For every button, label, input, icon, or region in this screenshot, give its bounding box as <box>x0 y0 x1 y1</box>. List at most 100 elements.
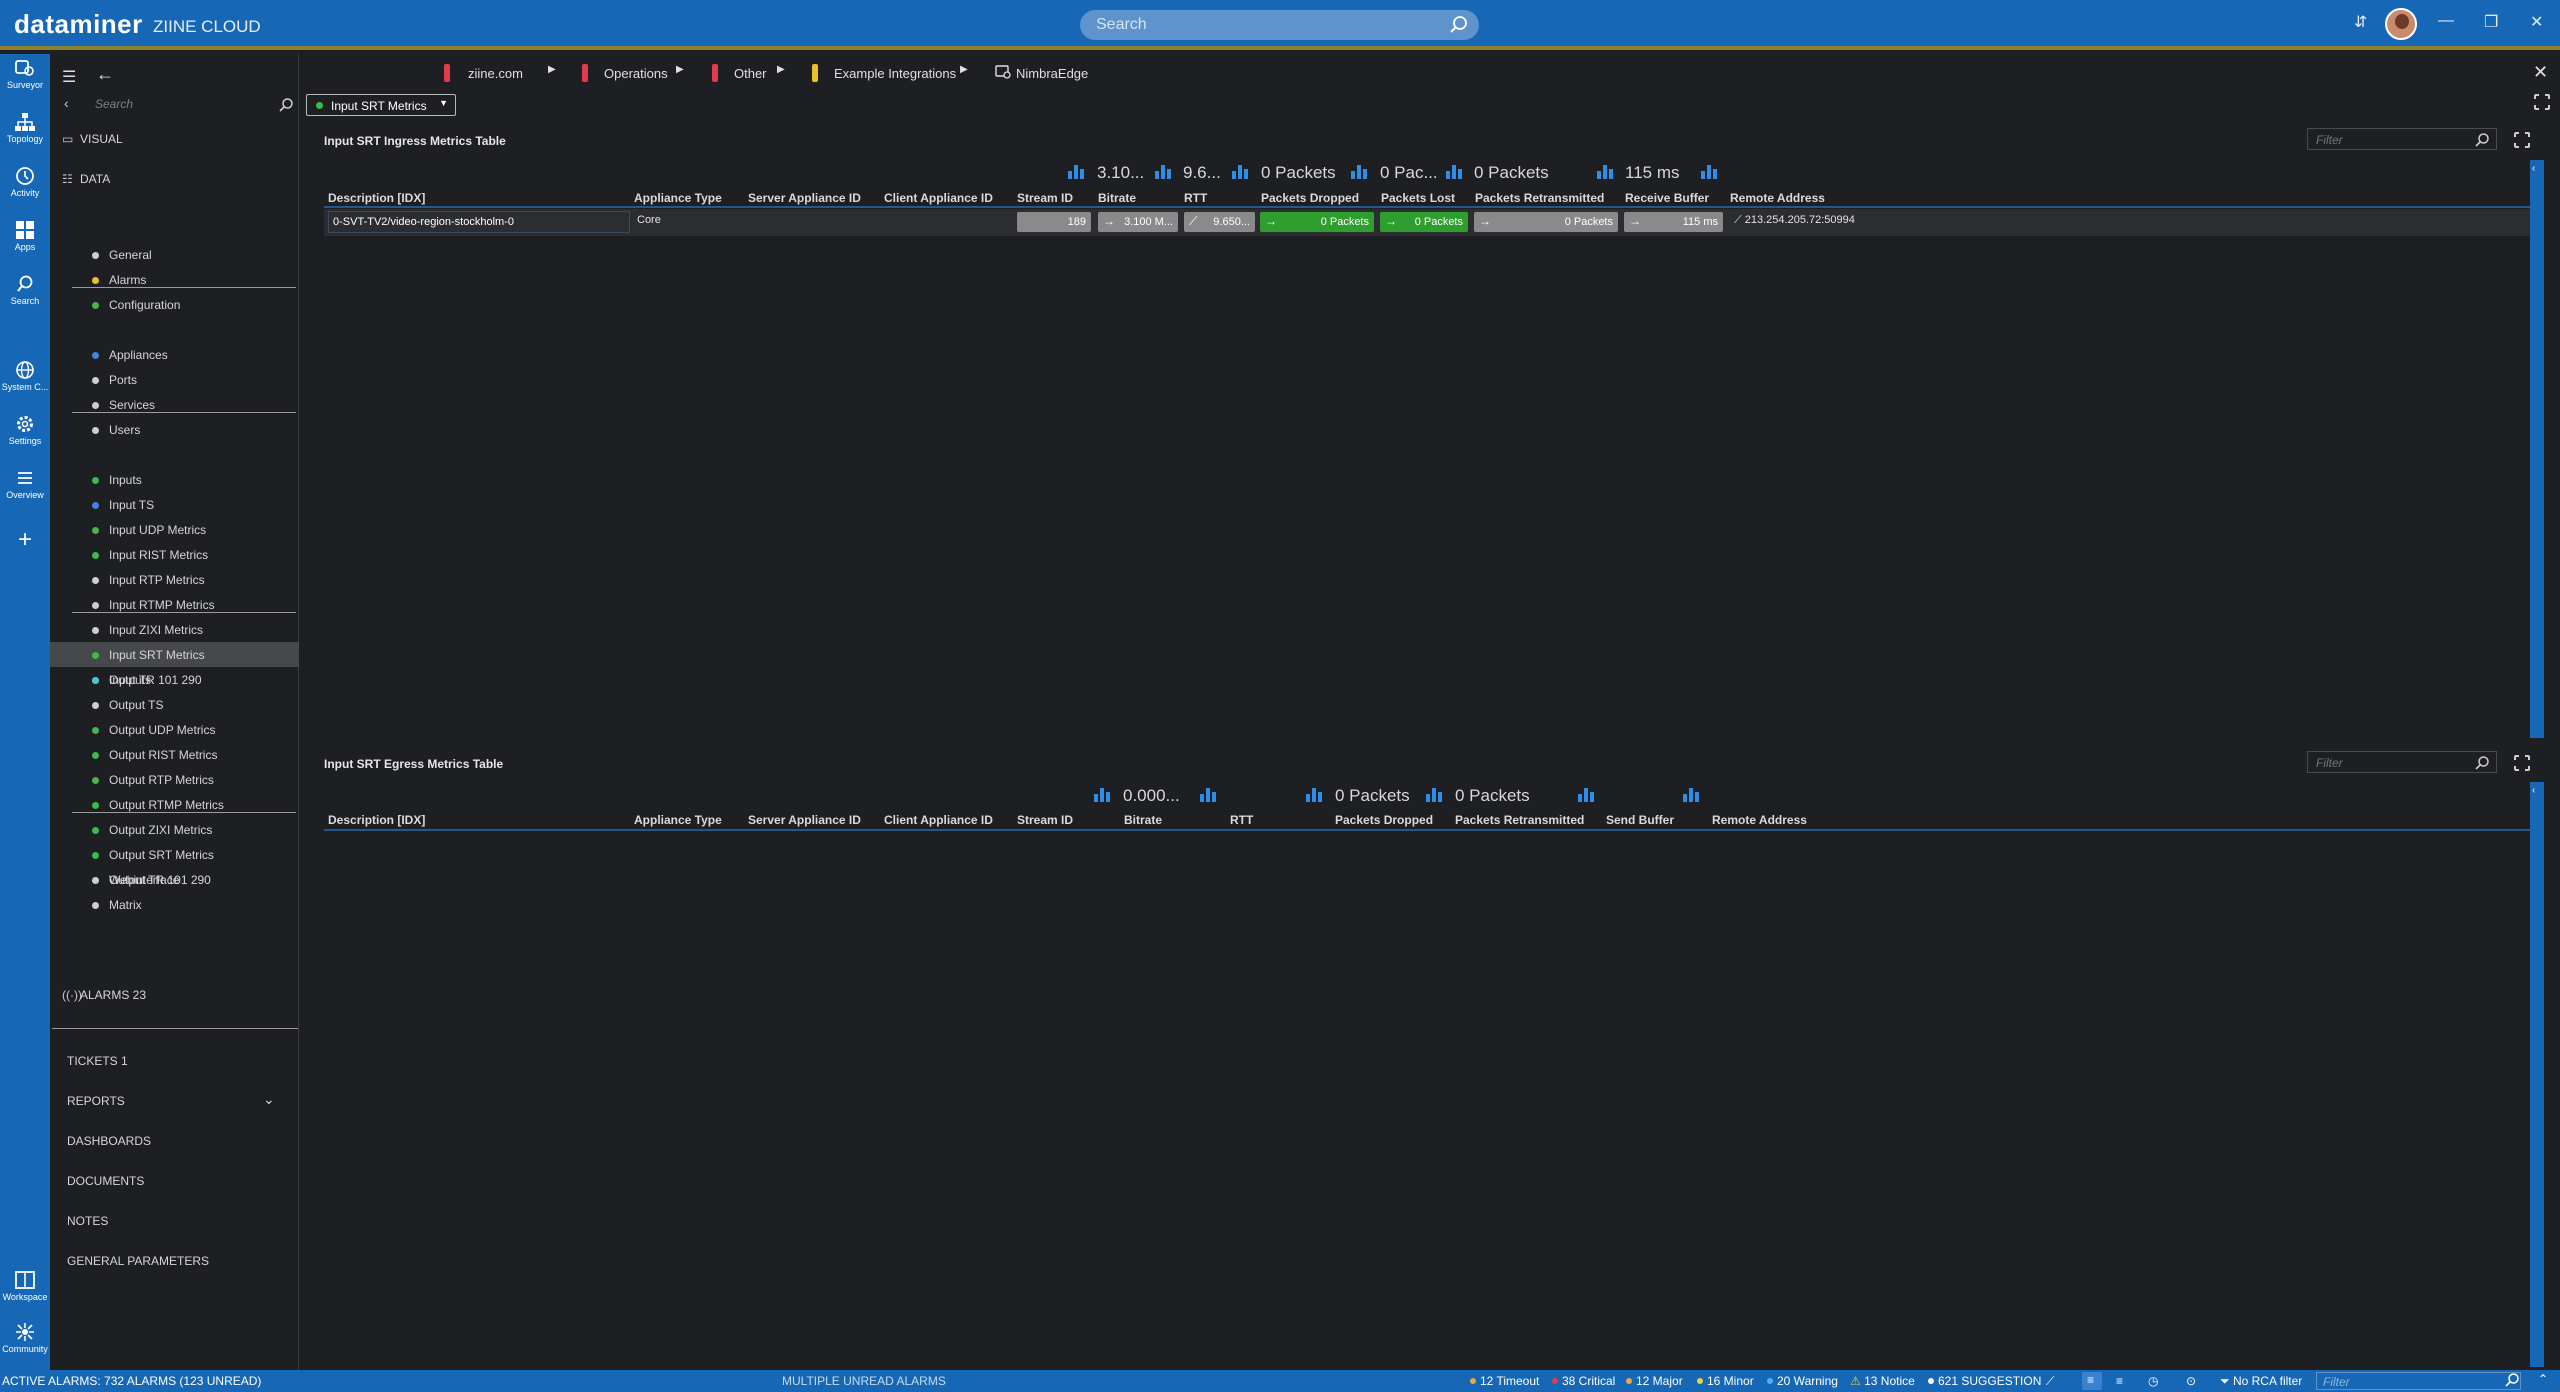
nav-item[interactable]: Outputs <box>50 667 299 692</box>
nav-item[interactable]: Input RIST Metrics <box>50 542 299 567</box>
rail-search[interactable]: Search <box>0 274 50 306</box>
nav-data[interactable]: ☷ DATA <box>62 172 110 186</box>
column-header[interactable]: Remote Address <box>1712 813 1807 827</box>
nav-alarms[interactable]: ((·))ALARMS 23 <box>62 988 146 1002</box>
search-icon[interactable] <box>2504 1372 2520 1391</box>
alarm-count-timeout[interactable]: 12 Timeout <box>1470 1374 1539 1388</box>
nav-item[interactable]: Webinterface <box>50 867 299 892</box>
expand-table-icon[interactable] <box>2513 754 2531 772</box>
nav-item[interactable]: Input RTP Metrics <box>50 567 299 592</box>
column-header[interactable]: Bitrate <box>1098 191 1136 205</box>
search-icon[interactable] <box>2474 755 2490 771</box>
nav-notes[interactable]: NOTES <box>67 1214 108 1228</box>
expand-table-icon[interactable] <box>2513 131 2531 149</box>
bar-chart-icon[interactable] <box>1200 788 1216 802</box>
nav-item[interactable]: Output ZIXI Metrics <box>50 817 299 842</box>
bar-chart-icon[interactable] <box>1597 165 1613 179</box>
nav-item[interactable]: Configuration <box>50 292 299 317</box>
breadcrumb-item[interactable]: Example Integrations <box>834 66 956 81</box>
alarm-count-suggestion[interactable]: 621 SUGGESTION <box>1928 1374 2041 1388</box>
nav-item[interactable]: Input TS <box>50 492 299 517</box>
chevron-right-icon[interactable]: ▶ <box>777 64 785 75</box>
page-selector-dropdown[interactable]: Input SRT Metrics ▼ <box>306 94 456 116</box>
nav-item[interactable]: Inputs <box>50 467 299 492</box>
minimize-icon[interactable]: — <box>2438 12 2454 30</box>
list-view-icon[interactable]: ≡ <box>2082 1372 2102 1390</box>
column-header[interactable]: Client Appliance ID <box>884 191 993 205</box>
search-icon[interactable] <box>2474 132 2490 148</box>
nav-dashboards[interactable]: DASHBOARDS <box>67 1134 151 1148</box>
packets-lost-cell[interactable]: → 0 Packets <box>1380 212 1468 232</box>
column-header[interactable]: Bitrate <box>1124 813 1162 827</box>
active-alarms-summary[interactable]: ACTIVE ALARMS: 732 ALARMS (123 UNREAD) <box>2 1374 261 1388</box>
restore-icon[interactable]: ❐ <box>2484 12 2498 32</box>
avatar[interactable] <box>2385 8 2417 40</box>
bar-chart-icon[interactable] <box>1426 788 1442 802</box>
hamburger-icon[interactable]: ☰ <box>62 67 76 87</box>
column-scroll-toggle[interactable]: ‹ <box>2530 160 2544 738</box>
column-header[interactable]: Stream ID <box>1017 813 1073 827</box>
nav-documents[interactable]: DOCUMENTS <box>67 1174 144 1188</box>
column-header[interactable]: Server Appliance ID <box>748 813 861 827</box>
nav-item[interactable]: Output TS <box>50 692 299 717</box>
chevron-right-icon[interactable]: ▶ <box>960 64 968 75</box>
alarm-count-minor[interactable]: 16 Minor <box>1697 1374 1754 1388</box>
add-card-button[interactable]: + <box>0 528 50 552</box>
bar-chart-icon[interactable] <box>1155 165 1171 179</box>
sort-icon[interactable]: ≡ <box>2116 1374 2123 1388</box>
alarm-count-notice[interactable]: ⚠ 13 Notice <box>1850 1374 1915 1388</box>
column-header[interactable]: Send Buffer <box>1606 813 1674 827</box>
column-header[interactable]: Packets Dropped <box>1335 813 1433 827</box>
bar-chart-icon[interactable] <box>1232 165 1248 179</box>
search-icon[interactable] <box>1449 15 1469 35</box>
nav-item[interactable]: Output RIST Metrics <box>50 742 299 767</box>
nav-item[interactable]: Input UDP Metrics <box>50 517 299 542</box>
column-header[interactable]: Packets Retransmitted <box>1455 813 1584 827</box>
column-scroll-toggle[interactable]: ‹ <box>2530 782 2544 1367</box>
alarm-count-critical[interactable]: 38 Critical <box>1552 1374 1615 1388</box>
nav-item[interactable]: Users <box>50 417 299 442</box>
maximize-card-icon[interactable] <box>2533 93 2551 111</box>
remote-address-cell[interactable]: ⟋ 213.254.205.72:50994 <box>1734 214 1855 227</box>
receive-buffer-cell[interactable]: → 115 ms <box>1624 212 1723 232</box>
chevron-right-icon[interactable]: ▶ <box>548 64 556 75</box>
egress-filter-input[interactable]: Filter <box>2307 751 2497 773</box>
table-row[interactable]: 0-SVT-TV2/video-region-stockholm-0 Core … <box>324 209 2530 236</box>
column-header[interactable]: Remote Address <box>1730 191 1825 205</box>
bar-chart-icon[interactable] <box>1446 165 1462 179</box>
rail-activity[interactable]: Activity <box>0 166 50 198</box>
breadcrumb-item[interactable]: NimbraEdge <box>1016 66 1088 81</box>
column-header[interactable]: Appliance Type <box>634 813 722 827</box>
rtt-cell[interactable]: ⟋ 9.650... <box>1184 212 1255 232</box>
global-search-input[interactable]: Search <box>1080 10 1479 40</box>
nav-item[interactable]: Services <box>50 392 299 417</box>
back-arrow-icon[interactable]: ← <box>96 64 114 85</box>
notification-toggle-icon[interactable]: ⇵ <box>2354 12 2367 32</box>
nav-item[interactable]: Alarms <box>50 267 299 292</box>
nav-item[interactable]: Input SRT Metrics <box>50 642 299 667</box>
nav-item[interactable]: Output UDP Metrics <box>50 717 299 742</box>
nav-item[interactable]: General <box>50 242 299 267</box>
nav-search-input[interactable]: ‹ Search <box>60 94 300 116</box>
rail-settings[interactable]: Settings <box>0 414 50 446</box>
rail-topology[interactable]: Topology <box>0 112 50 144</box>
rail-system-center[interactable]: System C... <box>0 360 50 392</box>
chevron-up-icon[interactable]: ⌃ <box>2538 1372 2548 1386</box>
nav-item[interactable]: Input ZIXI Metrics <box>50 617 299 642</box>
column-header[interactable]: Server Appliance ID <box>748 191 861 205</box>
bar-chart-icon[interactable] <box>1351 165 1367 179</box>
nav-item[interactable]: Output SRT Metrics <box>50 842 299 867</box>
rail-apps[interactable]: Apps <box>0 220 50 252</box>
alarm-count-major[interactable]: 12 Major <box>1626 1374 1683 1388</box>
rca-filter[interactable]: ⏷ No RCA filter <box>2220 1374 2302 1389</box>
column-header[interactable]: Stream ID <box>1017 191 1073 205</box>
bitrate-cell[interactable]: → 3.100 M... <box>1098 212 1178 232</box>
close-card-icon[interactable]: ✕ <box>2533 62 2548 83</box>
breadcrumb-item[interactable]: Operations <box>604 66 668 81</box>
unread-alarms-notice[interactable]: MULTIPLE UNREAD ALARMS <box>782 1374 946 1388</box>
column-header[interactable]: Appliance Type <box>634 191 722 205</box>
column-header[interactable]: Receive Buffer <box>1625 191 1709 205</box>
chevron-down-icon[interactable]: ⌄ <box>263 1091 275 1108</box>
rca-icon[interactable]: ⊙ <box>2186 1374 2196 1388</box>
nav-item[interactable]: Output RTMP Metrics <box>50 792 299 817</box>
